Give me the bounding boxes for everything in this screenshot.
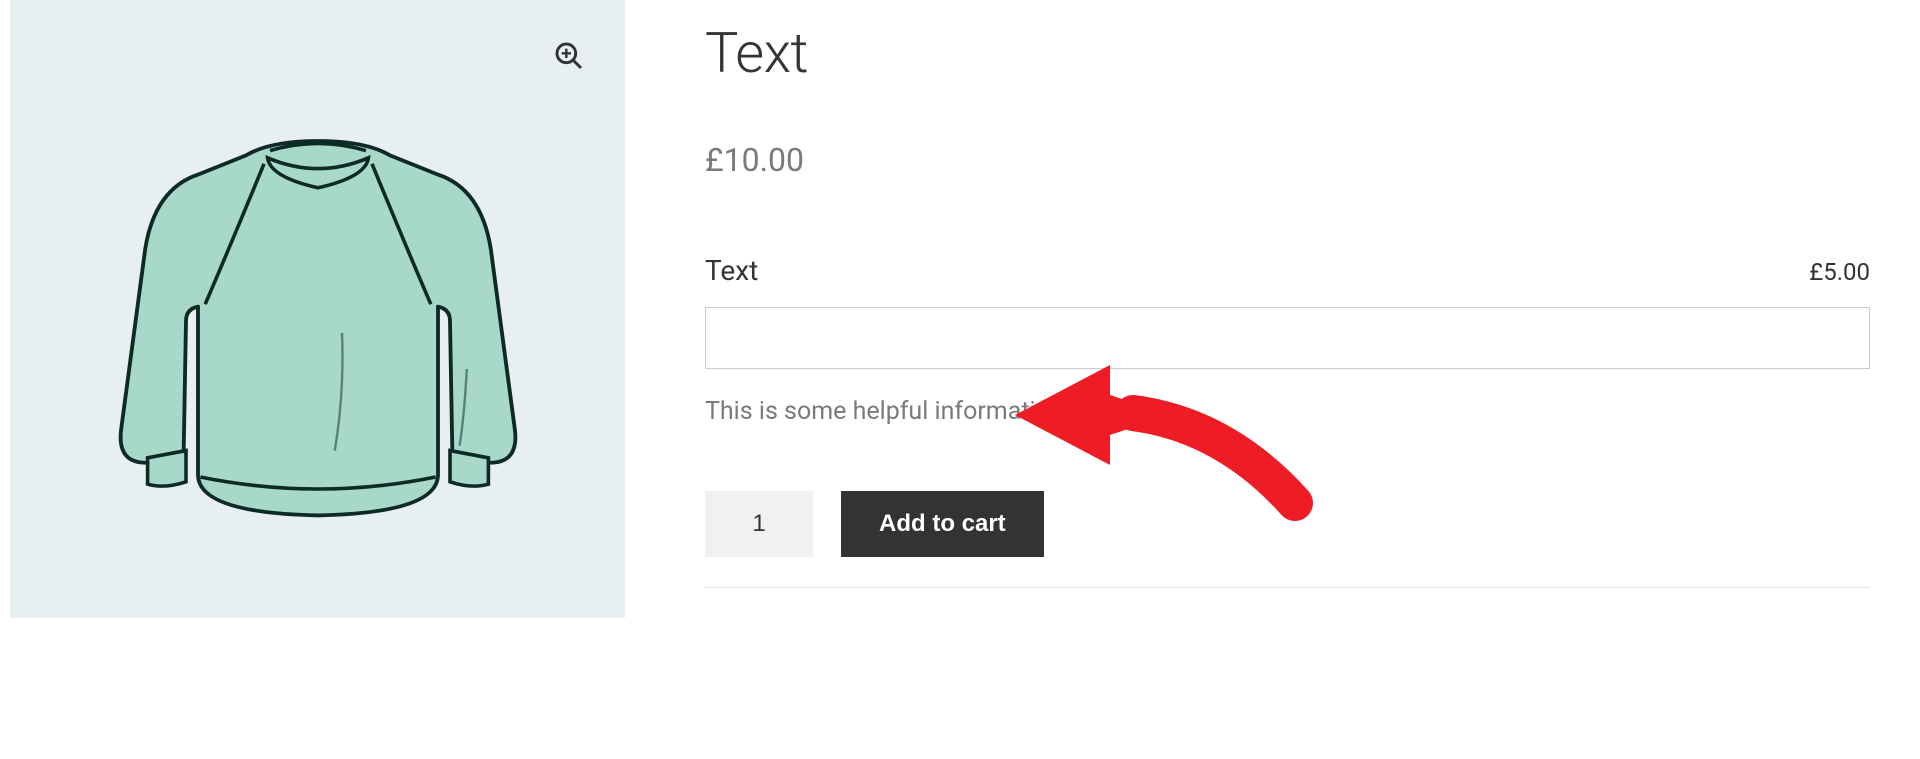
- product-summary: Text £10.00 Text £5.00 This is some help…: [705, 0, 1910, 618]
- addon-text-input[interactable]: [705, 307, 1870, 369]
- add-to-cart-button[interactable]: Add to cart: [841, 491, 1044, 557]
- product-image[interactable]: [78, 69, 558, 549]
- product-title: Text: [705, 20, 1870, 86]
- product-gallery: [10, 0, 625, 618]
- addon-header: Text £5.00: [705, 254, 1870, 287]
- divider: [705, 587, 1870, 588]
- addon-label: Text: [705, 254, 758, 287]
- addon-description: This is some helpful information: [705, 397, 1870, 426]
- product-price: £10.00: [705, 141, 1870, 179]
- add-to-cart-form: Add to cart: [705, 491, 1870, 557]
- quantity-input[interactable]: [705, 491, 813, 557]
- addon-price: £5.00: [1809, 258, 1870, 286]
- zoom-in-icon[interactable]: [553, 40, 585, 72]
